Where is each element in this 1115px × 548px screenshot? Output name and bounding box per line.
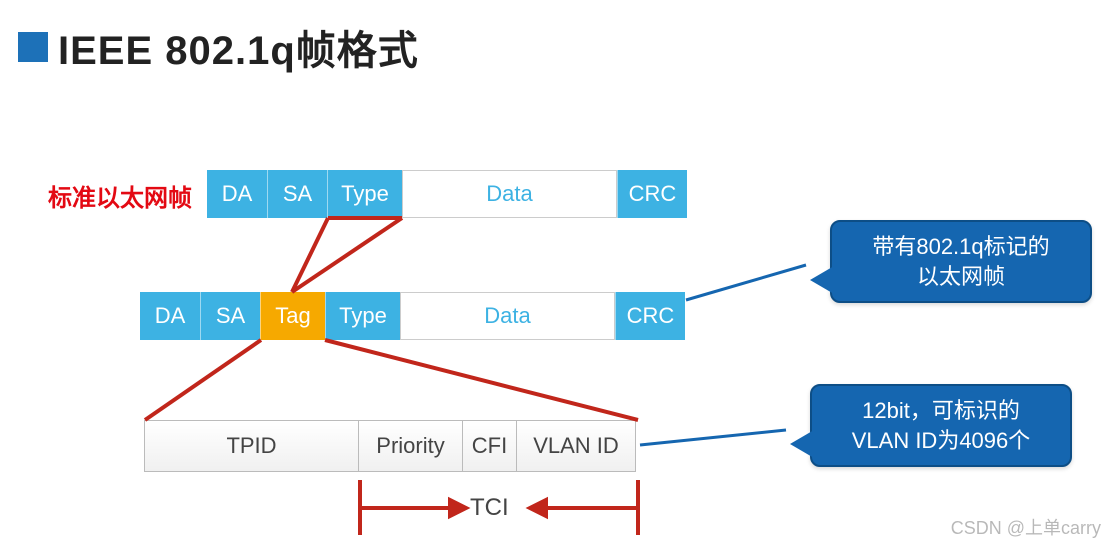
- callout-line1: 12bit，可标识的: [862, 398, 1020, 423]
- title-bullet-icon: [18, 32, 48, 62]
- field-priority: Priority: [358, 420, 463, 472]
- callout-line2: VLAN ID为4096个: [852, 428, 1031, 453]
- field-tag: Tag: [260, 292, 325, 340]
- field-tpid: TPID: [144, 420, 359, 472]
- field-type: Type: [327, 170, 402, 218]
- callout-line1: 带有802.1q标记的: [872, 234, 1049, 259]
- slide-title-row: IEEE 802.1q帧格式: [18, 18, 419, 76]
- field-da: DA: [207, 170, 267, 218]
- field-type: Type: [325, 292, 400, 340]
- slide-title: IEEE 802.1q帧格式: [58, 18, 419, 76]
- field-cfi: CFI: [462, 420, 517, 472]
- field-data: Data: [400, 292, 615, 340]
- tci-label: TCI: [470, 494, 509, 522]
- tagged-ethernet-frame: DA SA Tag Type Data CRC: [140, 292, 685, 340]
- field-vlanid: VLAN ID: [516, 420, 636, 472]
- callout-line2: 以太网帧: [917, 264, 1005, 289]
- watermark: CSDN @上单carry: [951, 514, 1101, 540]
- field-crc: CRC: [617, 170, 687, 218]
- field-sa: SA: [267, 170, 327, 218]
- field-data: Data: [402, 170, 617, 218]
- standard-frame-label: 标准以太网帧: [48, 178, 192, 213]
- callout-vlan-id: 12bit，可标识的 VLAN ID为4096个: [810, 384, 1072, 467]
- callout-tail-icon: [810, 266, 834, 294]
- callout-tail-icon: [790, 430, 814, 458]
- field-da: DA: [140, 292, 200, 340]
- field-sa: SA: [200, 292, 260, 340]
- callout-tagged-frame: 带有802.1q标记的 以太网帧: [830, 220, 1092, 303]
- tag-field-breakdown: TPID Priority CFI VLAN ID: [144, 420, 636, 472]
- standard-ethernet-frame: DA SA Type Data CRC: [207, 170, 687, 218]
- field-crc: CRC: [615, 292, 685, 340]
